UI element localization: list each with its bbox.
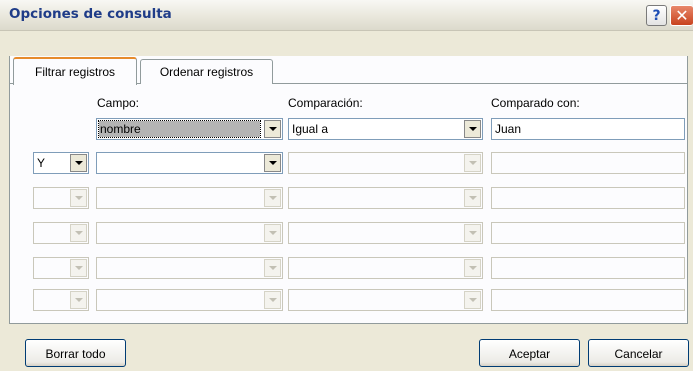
chevron-down-icon-glyph bbox=[74, 161, 83, 165]
cancel-button[interactable]: Cancelar bbox=[588, 339, 689, 367]
clear-all-label: Borrar todo bbox=[45, 347, 106, 361]
connector-select[interactable]: Y bbox=[33, 152, 89, 174]
field-select[interactable]: nombre bbox=[96, 118, 283, 140]
comparison-select bbox=[288, 152, 483, 174]
chevron-down-icon[interactable] bbox=[264, 120, 281, 138]
value-input bbox=[491, 257, 685, 279]
tab-label: Filtrar registros bbox=[34, 65, 115, 79]
chevron-down-icon-glyph bbox=[468, 127, 477, 131]
help-button[interactable]: ? bbox=[646, 5, 667, 26]
value-input bbox=[491, 152, 685, 174]
chevron-down-icon-glyph bbox=[468, 298, 477, 302]
header-campo: Campo: bbox=[97, 96, 140, 110]
chevron-down-icon bbox=[464, 291, 481, 309]
ok-label: Aceptar bbox=[508, 347, 551, 361]
comparison-select[interactable]: Igual a bbox=[288, 118, 483, 140]
comparison-select bbox=[288, 257, 483, 279]
tab-ordenar-registros[interactable]: Ordenar registros bbox=[140, 59, 273, 84]
field-select bbox=[96, 257, 283, 279]
chevron-down-icon bbox=[264, 224, 281, 242]
comparison-select bbox=[288, 289, 483, 311]
chevron-down-icon-glyph bbox=[74, 266, 83, 270]
chevron-down-icon[interactable] bbox=[264, 154, 281, 172]
close-button[interactable]: ✕ bbox=[670, 5, 693, 26]
header-comparacion: Comparación: bbox=[288, 96, 363, 110]
chevron-down-icon-glyph bbox=[268, 161, 277, 165]
chevron-down-icon bbox=[464, 154, 481, 172]
chevron-down-icon bbox=[464, 224, 481, 242]
window-title: Opciones de consulta bbox=[9, 6, 172, 22]
chevron-down-icon-glyph bbox=[74, 196, 83, 200]
field-select-value: nombre bbox=[100, 122, 141, 136]
close-icon: ✕ bbox=[675, 6, 689, 25]
chevron-down-icon-glyph bbox=[268, 231, 277, 235]
chevron-down-icon bbox=[70, 189, 87, 207]
header-comparado-con: Comparado con: bbox=[491, 96, 580, 110]
value-input bbox=[491, 222, 685, 244]
value-input-value: Juan bbox=[495, 122, 522, 136]
chevron-down-icon-glyph bbox=[74, 298, 83, 302]
field-select bbox=[96, 187, 283, 209]
chevron-down-icon-glyph bbox=[468, 196, 477, 200]
title-bar[interactable]: Opciones de consulta ? ✕ bbox=[0, 0, 693, 31]
chevron-down-icon[interactable] bbox=[70, 154, 87, 172]
connector-select-value: Y bbox=[37, 156, 46, 170]
field-select bbox=[96, 222, 283, 244]
chevron-down-icon bbox=[70, 224, 87, 242]
comparison-select-value: Igual a bbox=[292, 122, 329, 136]
cancel-label: Cancelar bbox=[614, 347, 663, 361]
value-input bbox=[491, 187, 685, 209]
connector-select bbox=[33, 289, 89, 311]
value-input[interactable]: Juan bbox=[491, 118, 685, 140]
chevron-down-icon bbox=[264, 291, 281, 309]
chevron-down-icon bbox=[264, 189, 281, 207]
chevron-down-icon-glyph bbox=[468, 266, 477, 270]
chevron-down-icon-glyph bbox=[268, 266, 277, 270]
connector-select bbox=[33, 257, 89, 279]
field-select[interactable] bbox=[96, 152, 283, 174]
tab-label: Ordenar registros bbox=[159, 65, 254, 79]
chevron-down-icon bbox=[464, 189, 481, 207]
chevron-down-icon[interactable] bbox=[464, 120, 481, 138]
help-icon: ? bbox=[652, 7, 661, 24]
comparison-select bbox=[288, 222, 483, 244]
clear-all-button[interactable]: Borrar todo bbox=[25, 339, 126, 367]
chevron-down-icon bbox=[464, 259, 481, 277]
chevron-down-icon bbox=[70, 259, 87, 277]
chevron-down-icon-glyph bbox=[268, 298, 277, 302]
field-select bbox=[96, 289, 283, 311]
connector-select bbox=[33, 187, 89, 209]
connector-select bbox=[33, 222, 89, 244]
chevron-down-icon bbox=[264, 259, 281, 277]
chevron-down-icon-glyph bbox=[268, 196, 277, 200]
chevron-down-icon bbox=[70, 291, 87, 309]
chevron-down-icon-glyph bbox=[468, 161, 477, 165]
chevron-down-icon-glyph bbox=[468, 231, 477, 235]
tab-filtrar-registros[interactable]: Filtrar registros bbox=[13, 57, 137, 85]
ok-button[interactable]: Aceptar bbox=[479, 339, 580, 367]
chevron-down-icon-glyph bbox=[74, 231, 83, 235]
chevron-down-icon-glyph bbox=[268, 127, 277, 131]
comparison-select bbox=[288, 187, 483, 209]
value-input bbox=[491, 289, 685, 311]
